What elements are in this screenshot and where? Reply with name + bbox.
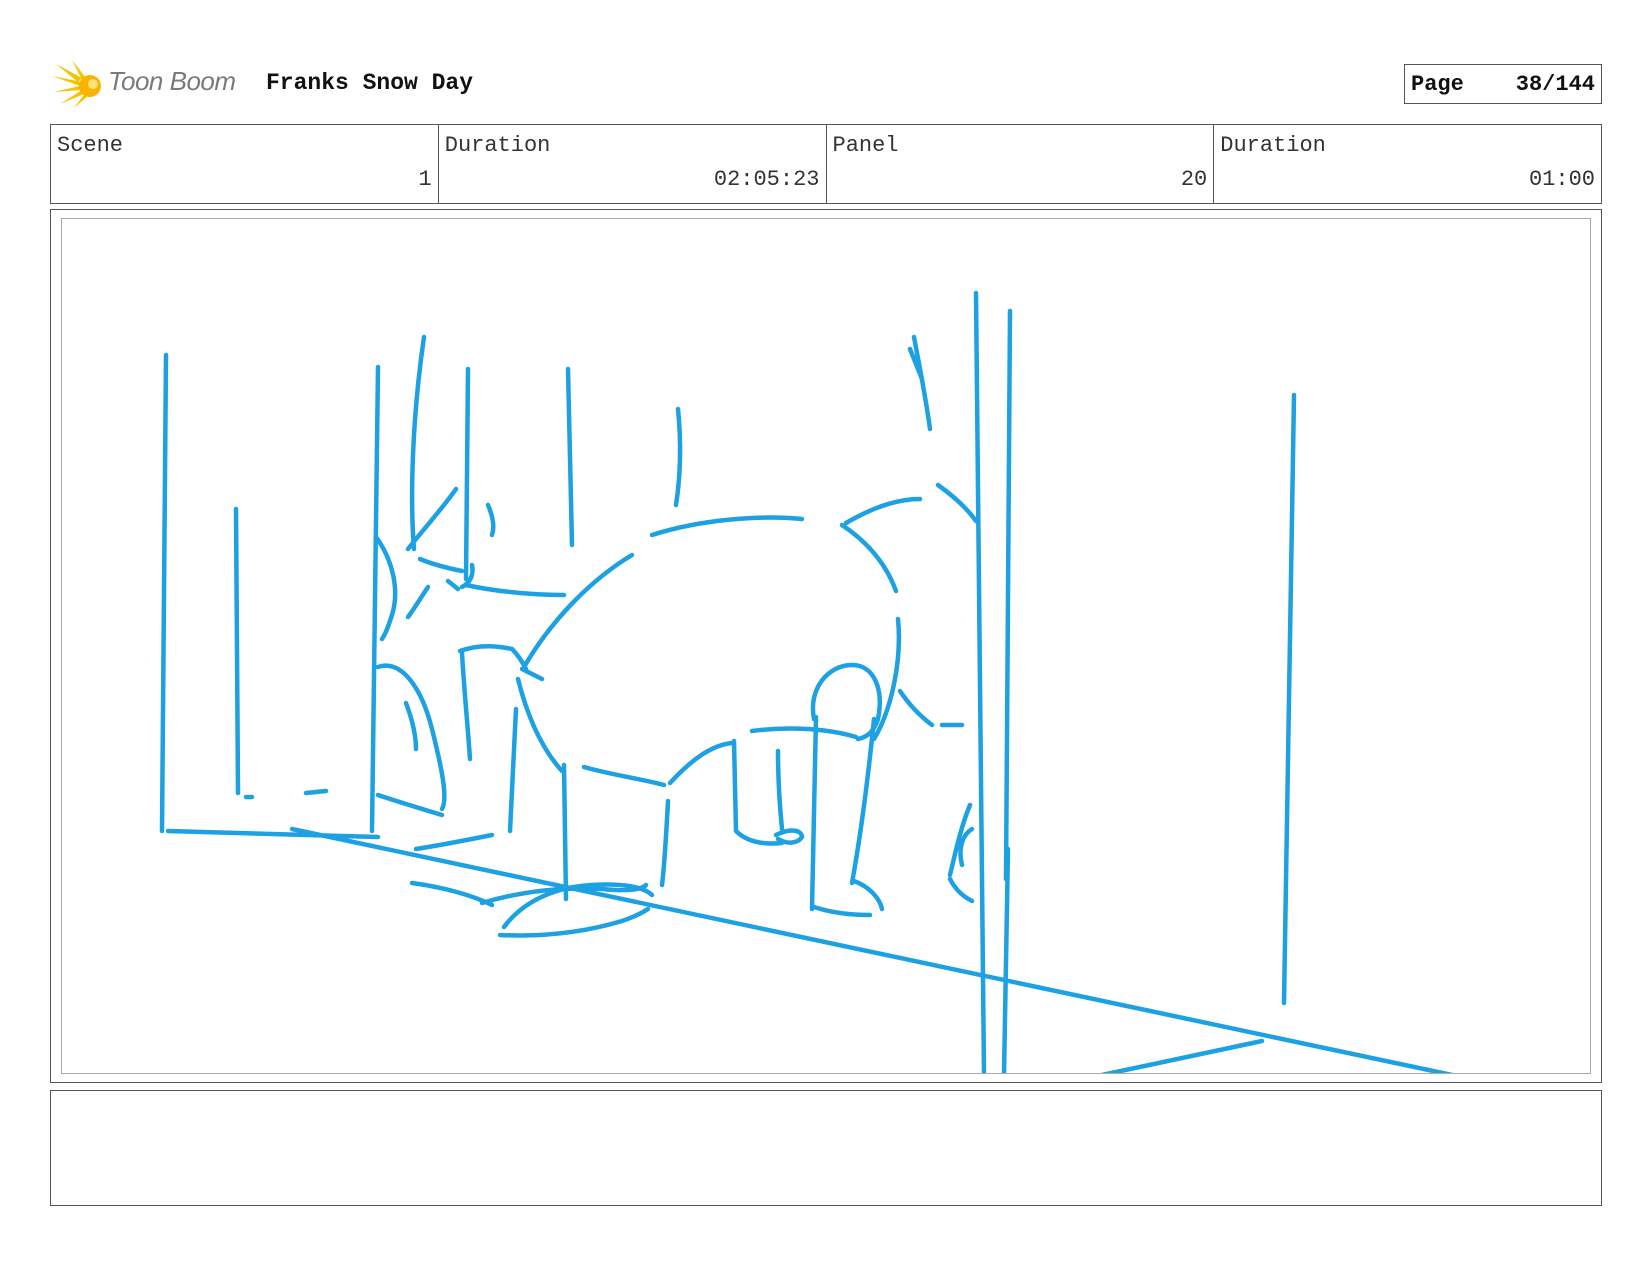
figure-stroke	[810, 662, 882, 742]
scene-cell: Scene 1	[51, 125, 439, 203]
figure-stroke	[897, 688, 935, 728]
panel-label: Panel	[832, 133, 899, 158]
panel-notes-box	[50, 1090, 1602, 1206]
snow-stroke	[497, 906, 651, 938]
scene-duration-cell: Duration 02:05:23	[439, 125, 827, 203]
page-number: 38/144	[1515, 71, 1595, 97]
storyboard-panel-image	[61, 218, 1591, 1074]
scene-value: 1	[418, 167, 432, 192]
figure-stroke	[659, 798, 671, 888]
sketch-stroke	[405, 584, 431, 620]
figure-stroke	[649, 515, 805, 538]
snow-stroke	[409, 880, 495, 908]
wall-line	[369, 364, 381, 834]
sketch-stroke	[375, 792, 445, 818]
sketch-stroke	[373, 534, 398, 642]
panel-value: 20	[1180, 167, 1208, 192]
wall-line	[233, 506, 241, 796]
figure-stroke	[561, 762, 569, 902]
storyboard-panel-frame	[50, 209, 1602, 1083]
sketch-stroke	[405, 486, 459, 552]
figure-stroke	[849, 716, 877, 886]
figure-stroke	[851, 878, 885, 912]
figure-stroke	[773, 828, 805, 845]
figure-stroke	[935, 482, 979, 524]
figure-stroke	[581, 764, 667, 788]
sketch-stroke	[403, 700, 419, 752]
figure-stroke	[519, 666, 545, 682]
sketch-stroke	[303, 788, 329, 796]
sketch-stroke	[445, 578, 461, 592]
figure-stroke	[521, 552, 635, 670]
panel-duration-cell: Duration 01:00	[1214, 125, 1601, 203]
figure-stroke	[667, 740, 735, 786]
sketch-stroke	[565, 366, 575, 548]
panel-duration-value: 01:00	[1528, 167, 1595, 192]
scene-duration-label: Duration	[444, 133, 551, 158]
sketch-stroke	[409, 334, 427, 552]
floor-line-2	[1100, 1038, 1265, 1073]
pillar-line	[1281, 392, 1297, 1006]
sketch-stroke	[417, 556, 465, 574]
pillar-line	[911, 334, 933, 432]
figure-stroke	[843, 496, 923, 526]
page-indicator: Page 38/144	[1404, 64, 1602, 104]
starburst-icon	[52, 60, 101, 108]
figure-stroke	[515, 676, 565, 774]
sketch-stroke	[463, 366, 471, 582]
panel-cell: Panel 20	[827, 125, 1215, 203]
scene-duration-value: 02:05:23	[713, 167, 820, 192]
figure-stroke	[459, 650, 473, 762]
sketch-stroke	[463, 582, 567, 598]
pillar-line	[1003, 308, 1013, 882]
sketch-stroke	[485, 502, 496, 538]
scene-label: Scene	[57, 133, 124, 158]
scene-info-table: Scene 1 Duration 02:05:23 Panel 20 Durat…	[50, 124, 1602, 204]
sketch-stroke	[375, 663, 447, 812]
floor-line	[289, 826, 1454, 1073]
pillar-line	[1001, 846, 1011, 1073]
figure-stroke	[731, 738, 785, 846]
sketch-drawing	[159, 290, 1454, 1073]
figure-stroke	[809, 714, 819, 912]
wall-line	[165, 828, 381, 840]
pillar-line	[947, 876, 975, 904]
logo-text: Toon Boom	[108, 66, 236, 96]
figure-stroke	[749, 726, 859, 740]
pillar-line	[973, 290, 987, 1073]
page-label: Page	[1411, 71, 1464, 97]
panel-duration-label: Duration	[1220, 133, 1326, 158]
snow-stroke	[413, 832, 495, 852]
sketch-stroke	[673, 406, 683, 508]
figure-stroke	[775, 748, 785, 832]
figure-stroke	[839, 522, 899, 594]
toon-boom-logo: Toon Boom	[52, 58, 252, 110]
project-title: Franks Snow Day	[266, 70, 474, 96]
figure-stroke	[507, 706, 519, 834]
figure-stroke	[457, 644, 529, 672]
figure-stroke	[811, 904, 873, 918]
wall-line	[159, 352, 169, 834]
